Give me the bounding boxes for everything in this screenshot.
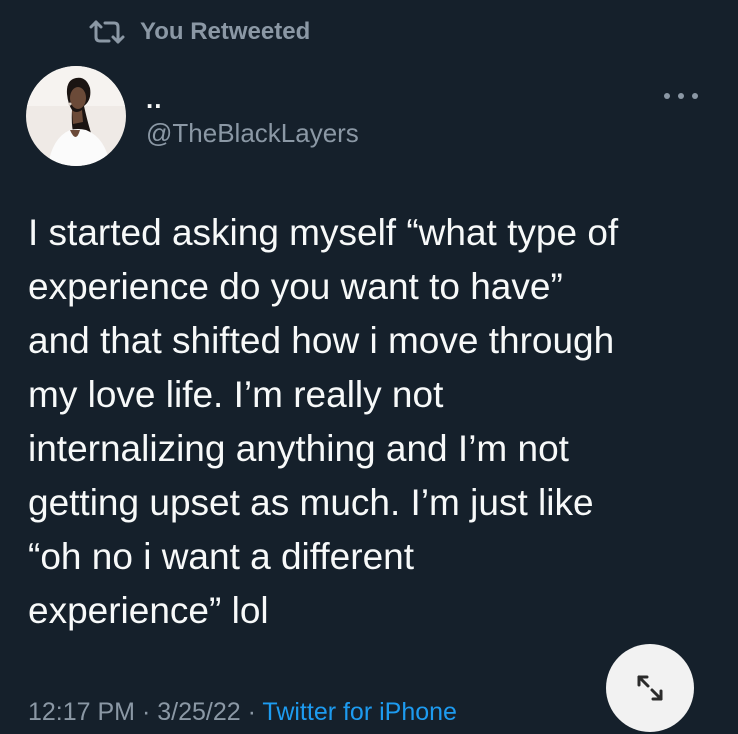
tweet-line: my love life. I’m really not <box>28 374 444 415</box>
tweet-source-link[interactable]: Twitter for iPhone <box>262 698 457 726</box>
tweet-meta: 12:17 PM · 3/25/22 · Twitter for iPhone <box>28 698 457 727</box>
more-dot <box>678 93 684 99</box>
meta-separator: · <box>135 698 158 726</box>
retweet-banner: You Retweeted <box>88 14 310 50</box>
tweet-line: experience do you want to have” <box>28 266 563 307</box>
more-horizontal-icon[interactable] <box>664 88 698 104</box>
expand-button[interactable] <box>606 644 694 732</box>
tweet-screen: You Retweeted .. @TheBlackLayers I start… <box>0 0 738 734</box>
author-handle[interactable]: @TheBlackLayers <box>146 118 359 149</box>
tweet-line: “oh no i want a different <box>28 536 415 577</box>
tweet-line: I started asking myself “what type of <box>28 212 619 253</box>
more-dot <box>664 93 670 99</box>
tweet-time[interactable]: 12:17 PM <box>28 698 135 726</box>
author-display-name[interactable]: .. <box>146 84 162 115</box>
avatar-image <box>26 66 126 166</box>
tweet-line: getting upset as much. I’m just like <box>28 482 594 523</box>
tweet-line: internalizing anything and I’m not <box>28 428 569 469</box>
more-dot <box>692 93 698 99</box>
tweet-line: and that shifted how i move through <box>28 320 615 361</box>
tweet-date[interactable]: 3/25/22 <box>157 698 240 726</box>
expand-arrows-icon <box>637 675 663 701</box>
retweet-icon <box>89 20 125 44</box>
tweet-line: experience” lol <box>28 590 269 631</box>
meta-separator: · <box>240 698 263 726</box>
tweet-text: I started asking myself “what type of ex… <box>28 206 708 638</box>
avatar[interactable] <box>26 66 126 166</box>
retweet-label: You Retweeted <box>140 18 311 45</box>
